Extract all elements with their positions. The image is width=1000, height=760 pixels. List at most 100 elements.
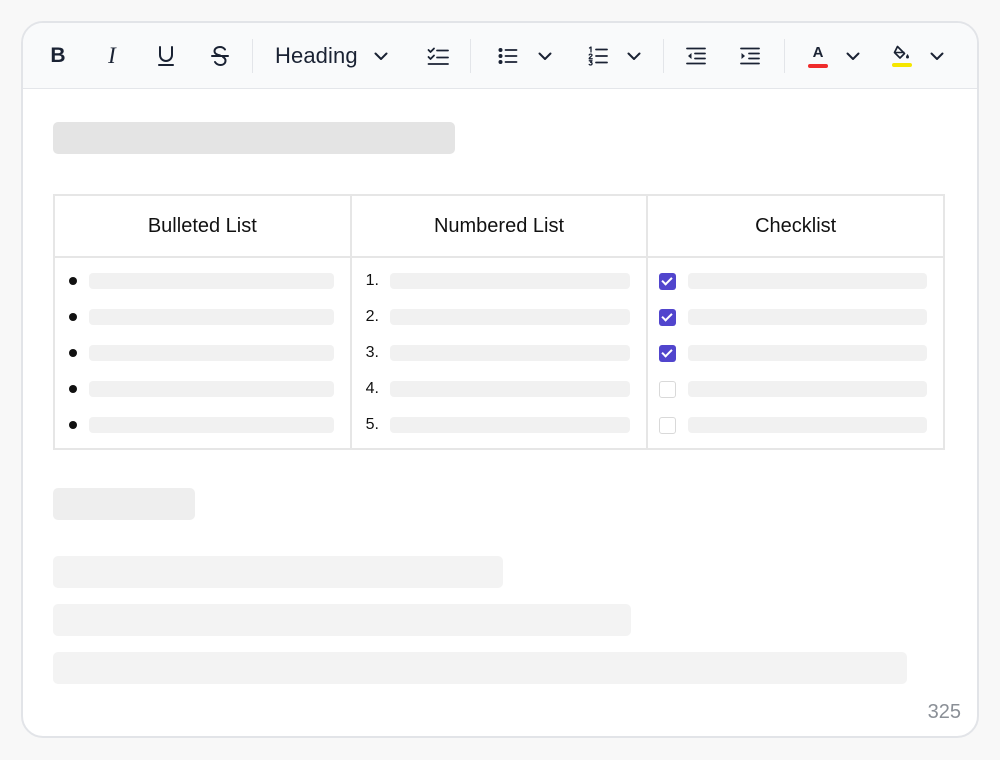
underline-button[interactable] xyxy=(151,38,181,74)
italic-button[interactable]: I xyxy=(97,38,127,74)
character-count: 325 xyxy=(927,701,961,723)
bold-icon: B xyxy=(50,44,66,67)
checkbox-checked[interactable] xyxy=(659,344,677,362)
paragraph-placeholder xyxy=(53,652,907,684)
paragraph-placeholder xyxy=(53,604,631,636)
text-color-swatch xyxy=(808,63,828,68)
text-placeholder xyxy=(89,345,334,361)
checklist-cell[interactable] xyxy=(646,256,945,450)
numbered-list-dropdown[interactable] xyxy=(624,38,644,74)
chevron-down-icon xyxy=(846,52,860,60)
list-item xyxy=(55,335,350,371)
table-header: Numbered List xyxy=(349,194,649,258)
list-item xyxy=(648,371,943,407)
checkbox-checked[interactable] xyxy=(659,308,677,326)
chevron-down-icon xyxy=(374,52,388,60)
text-placeholder xyxy=(89,309,334,325)
list-number: 3. xyxy=(365,344,379,361)
bullet-icon xyxy=(69,277,77,285)
checkbox-unchecked[interactable] xyxy=(659,380,677,398)
text-placeholder xyxy=(688,309,927,325)
lists-table: Bulleted List Numbered List Checklist 1.… xyxy=(53,194,945,450)
bullet-icon xyxy=(69,349,77,357)
list-item: 1. xyxy=(352,263,647,299)
bold-button[interactable]: B xyxy=(43,38,73,74)
checklist-icon xyxy=(427,47,449,65)
text-placeholder xyxy=(688,417,927,433)
text-color-button[interactable]: A xyxy=(803,38,833,74)
list-item xyxy=(648,299,943,335)
list-item xyxy=(55,263,350,299)
subheading-placeholder xyxy=(53,488,195,520)
bulleted-list-dropdown[interactable] xyxy=(535,38,555,74)
underline-icon xyxy=(158,46,174,66)
paragraph-placeholder xyxy=(53,556,503,588)
paint-bucket-icon xyxy=(893,45,909,59)
list-item: 2. xyxy=(352,299,647,335)
bulleted-list-cell[interactable] xyxy=(53,256,352,450)
heading-dropdown[interactable]: Heading xyxy=(275,38,388,74)
text-placeholder xyxy=(688,381,927,397)
bulleted-list-button[interactable] xyxy=(493,38,523,74)
text-placeholder xyxy=(89,381,334,397)
list-number: 1. xyxy=(365,272,379,289)
text-placeholder xyxy=(89,273,334,289)
toolbar-separator xyxy=(784,39,785,73)
list-number: 4. xyxy=(365,380,379,397)
text-placeholder xyxy=(688,345,927,361)
text-placeholder xyxy=(389,417,631,433)
strikethrough-button[interactable] xyxy=(205,38,235,74)
chevron-down-icon xyxy=(930,52,944,60)
text-placeholder xyxy=(389,345,631,361)
editor-content[interactable]: Bulleted List Numbered List Checklist 1.… xyxy=(23,89,977,736)
list-item xyxy=(648,263,943,299)
toolbar-separator xyxy=(470,39,471,73)
list-item xyxy=(55,407,350,443)
list-item xyxy=(648,335,943,371)
highlight-color-dropdown[interactable] xyxy=(927,38,947,74)
highlight-color-button[interactable] xyxy=(887,38,917,74)
strikethrough-icon xyxy=(211,45,229,67)
table-header: Checklist xyxy=(646,194,945,258)
list-item: 5. xyxy=(352,407,647,443)
numbered-list-button[interactable] xyxy=(583,38,613,74)
text-color-icon: A xyxy=(812,43,824,61)
bullet-icon xyxy=(69,385,77,393)
chevron-down-icon xyxy=(627,52,641,60)
table-header: Bulleted List xyxy=(53,194,352,258)
bullet-icon xyxy=(69,421,77,429)
text-placeholder xyxy=(389,273,631,289)
text-placeholder xyxy=(89,417,334,433)
title-placeholder xyxy=(53,122,455,154)
indent-icon xyxy=(740,47,760,65)
checkbox-unchecked[interactable] xyxy=(659,416,677,434)
list-item: 3. xyxy=(352,335,647,371)
toolbar-separator xyxy=(252,39,253,73)
indent-button[interactable] xyxy=(735,38,765,74)
numbered-list-icon xyxy=(588,46,608,66)
bullet-icon xyxy=(69,313,77,321)
bulleted-list-icon xyxy=(498,48,518,64)
list-item xyxy=(648,407,943,443)
list-number: 2. xyxy=(365,308,379,325)
outdent-icon xyxy=(686,47,706,65)
chevron-down-icon xyxy=(538,52,552,60)
list-item xyxy=(55,371,350,407)
outdent-button[interactable] xyxy=(681,38,711,74)
highlight-color-swatch xyxy=(892,63,912,67)
rich-text-editor: B I Heading A Bulleted List Numbered Lis… xyxy=(21,21,979,738)
italic-icon: I xyxy=(108,43,116,68)
checklist-button[interactable] xyxy=(423,38,453,74)
text-color-dropdown[interactable] xyxy=(843,38,863,74)
list-item xyxy=(55,299,350,335)
checkbox-checked[interactable] xyxy=(659,272,677,290)
list-item: 4. xyxy=(352,371,647,407)
text-placeholder xyxy=(389,309,631,325)
text-placeholder xyxy=(389,381,631,397)
toolbar: B I Heading A xyxy=(23,23,977,89)
text-placeholder xyxy=(688,273,927,289)
numbered-list-cell[interactable]: 1. 2. 3. 4. 5. xyxy=(349,256,649,450)
toolbar-separator xyxy=(663,39,664,73)
heading-dropdown-label: Heading xyxy=(275,43,358,68)
list-number: 5. xyxy=(365,416,379,433)
